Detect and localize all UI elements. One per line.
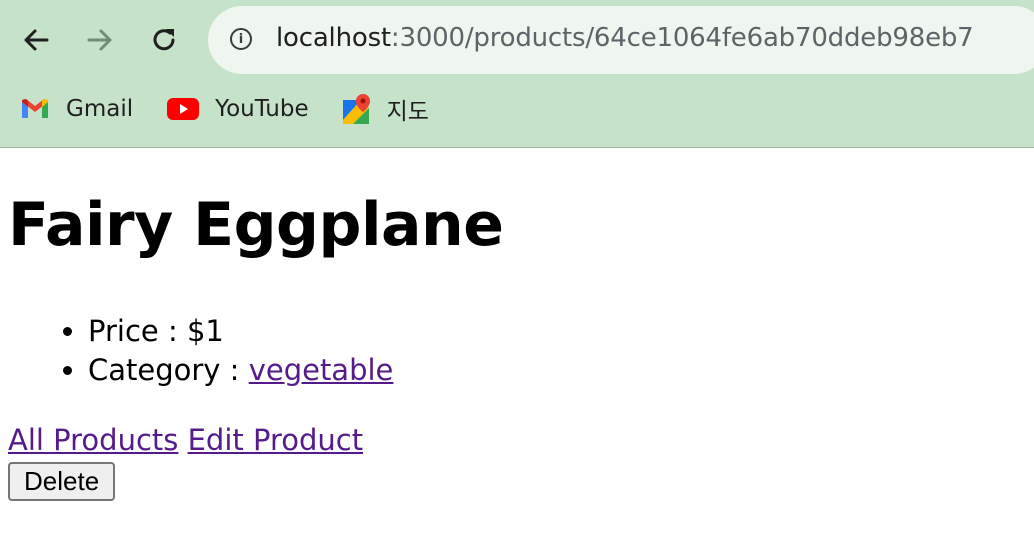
delete-button[interactable]: Delete — [8, 462, 116, 501]
url-text[interactable]: localhost:3000/products/64ce1064fe6ab70d… — [276, 23, 974, 53]
url-path: :3000/products/64ce1064fe6ab70ddeb98eb7 — [390, 23, 974, 53]
edit-product-link[interactable]: Edit Product — [188, 423, 364, 457]
product-title: Fairy Eggplane — [8, 190, 504, 260]
address-bar[interactable]: i localhost:3000/products/64ce1064fe6ab7… — [208, 6, 1034, 74]
bookmarks-bar: Gmail YouTube 지도 — [0, 86, 443, 132]
bookmark-label: YouTube — [215, 96, 309, 122]
info-icon[interactable]: i — [230, 28, 252, 50]
reload-button[interactable] — [144, 18, 184, 62]
bookmark-gmail[interactable]: Gmail — [20, 96, 133, 122]
all-products-link[interactable]: All Products — [8, 423, 178, 457]
forward-arrow-icon — [87, 29, 112, 51]
back-button[interactable] — [16, 18, 56, 62]
price-item: Price : $1 — [88, 312, 1028, 351]
page-content: Fairy Eggplane Price : $1 Category : veg… — [8, 148, 1028, 501]
url-host: localhost — [276, 23, 391, 53]
price-text: Price : $1 — [88, 314, 224, 348]
forward-button[interactable] — [80, 18, 120, 62]
bookmark-maps[interactable]: 지도 — [342, 92, 429, 126]
category-label: Category : — [88, 353, 249, 387]
back-arrow-icon — [24, 29, 49, 51]
gmail-icon — [22, 99, 48, 118]
bookmark-youtube[interactable]: YouTube — [167, 96, 309, 122]
browser-toolbar: i localhost:3000/products/64ce1064fe6ab7… — [0, 0, 1034, 148]
youtube-icon — [167, 98, 200, 120]
category-item: Category : vegetable — [88, 351, 1028, 390]
category-link[interactable]: vegetable — [249, 353, 394, 387]
reload-icon — [153, 29, 175, 51]
maps-icon — [342, 94, 370, 124]
product-details-list: Price : $1 Category : vegetable — [8, 312, 1028, 390]
action-links: All Products Edit Product — [8, 422, 1028, 458]
bookmark-label: Gmail — [66, 96, 134, 122]
bookmark-label: 지도 — [386, 99, 429, 125]
